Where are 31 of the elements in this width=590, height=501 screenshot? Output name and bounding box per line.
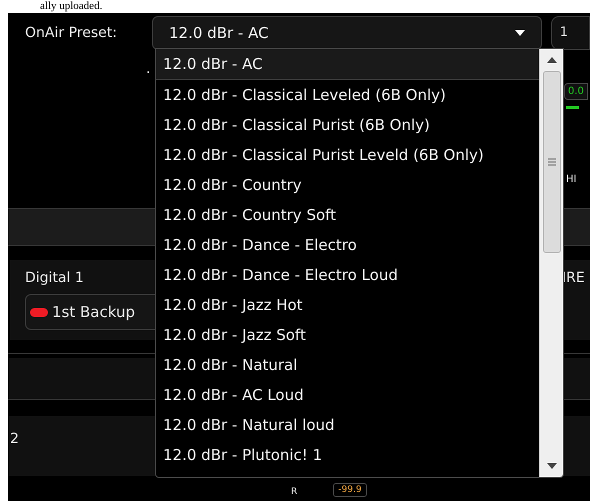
dropdown-option[interactable]: 12.0 dBr - Country Soft [156, 200, 539, 230]
r-label: R [291, 487, 298, 497]
page-note: ally uploaded. [40, 0, 102, 13]
level-readout: 0.0 [564, 83, 588, 100]
scrollbar[interactable] [539, 49, 563, 477]
channel-number: 2 [10, 431, 19, 447]
dropdown-option[interactable]: 12.0 dBr - Plutonic! 1 [156, 440, 539, 470]
preset-label: OnAir Preset: [25, 24, 118, 42]
dropdown-option[interactable]: 12.0 dBr - Dance - Electro [156, 230, 539, 260]
dropdown-option[interactable]: 12.0 dBr - AC Loud [156, 380, 539, 410]
dropdown-option[interactable]: 12.0 dBr - Classical Purist (6B Only) [156, 110, 539, 140]
status-pill-icon [30, 308, 48, 316]
level-bar [566, 106, 579, 109]
dropdown-option[interactable]: 12.0 dBr - Dance - Electro Loud [156, 260, 539, 290]
dropdown-option[interactable]: 12.0 dBr - Classical Purist Leveld (6B Only) [156, 140, 539, 170]
dropdown-option[interactable]: 12.0 dBr - Natural [156, 350, 539, 380]
dropdown-option[interactable]: 12.0 dBr - Natural loud [156, 410, 539, 440]
preset-select[interactable]: 12.0 dBr - AC [152, 16, 542, 50]
scroll-down-icon[interactable] [546, 463, 556, 469]
hi-label: HI [566, 173, 576, 187]
caret-icon [514, 30, 525, 36]
dropdown-option[interactable]: 12.0 dBr - Country [156, 170, 539, 200]
dot-mark: . [146, 60, 150, 77]
side-button[interactable]: 1 [550, 16, 590, 50]
input-label: Digital 1 [25, 269, 85, 288]
dropdown-option[interactable]: 12.0 dBr - AC [156, 49, 539, 80]
scrollbar-thumb[interactable] [542, 71, 560, 253]
dropdown-option[interactable]: 12.0 dBr - Classical Leveled (6B Only) [156, 80, 539, 110]
r-readout: -99.9 [333, 483, 367, 497]
grip-icon [548, 158, 556, 166]
scroll-up-icon[interactable] [546, 57, 556, 63]
